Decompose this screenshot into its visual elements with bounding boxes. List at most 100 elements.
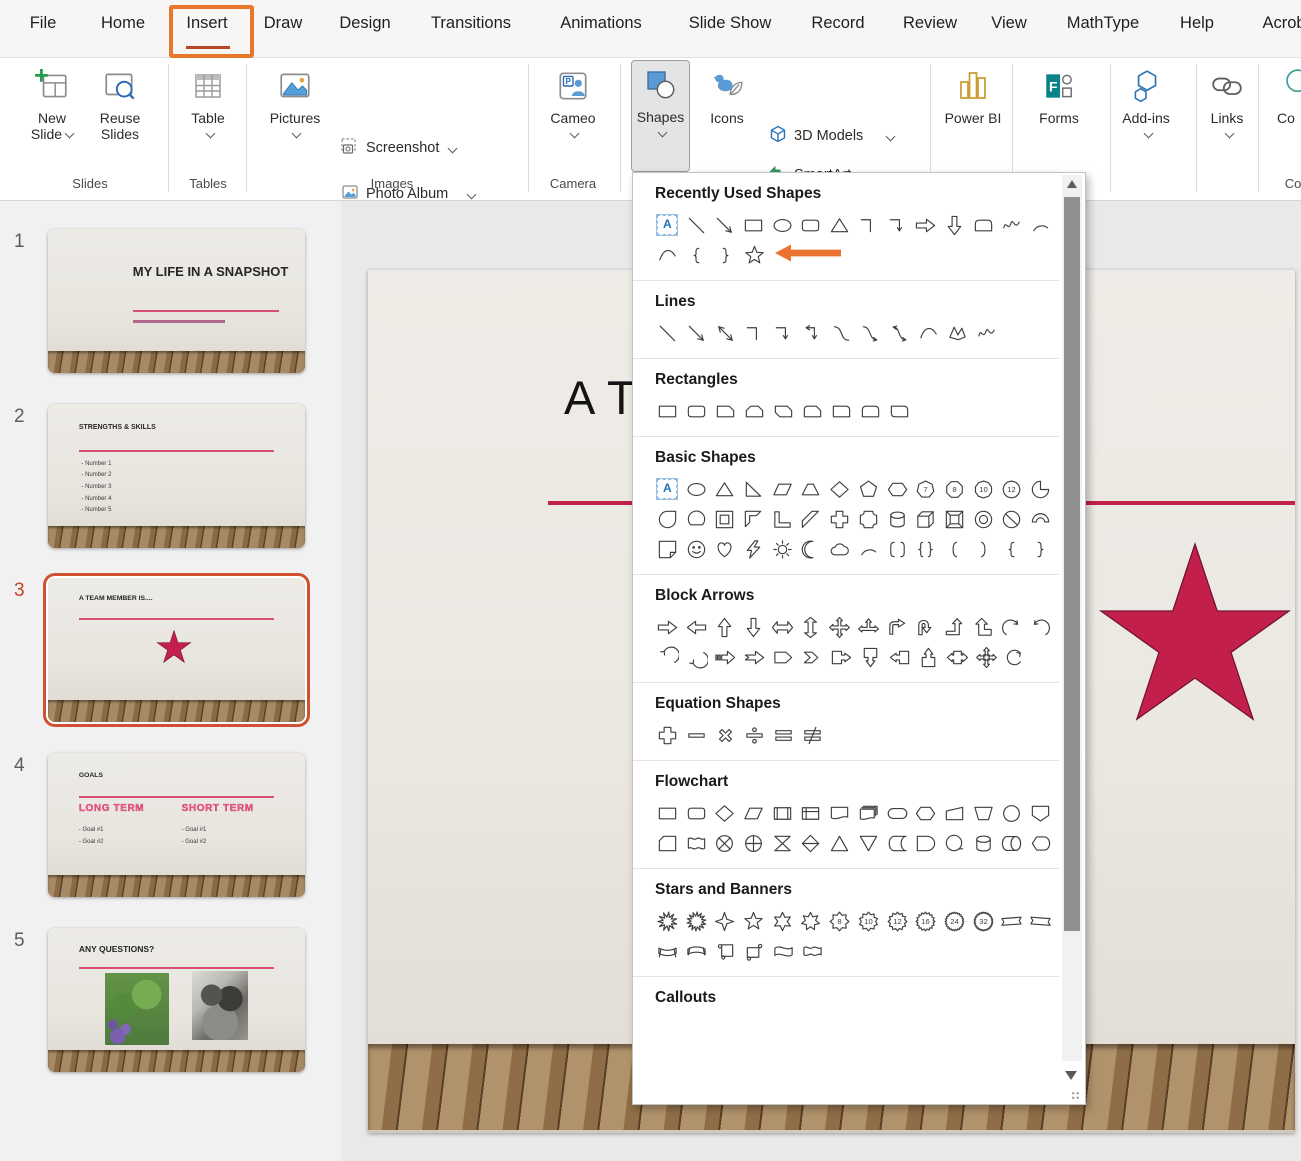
shape-star-10-point[interactable]: 10 bbox=[854, 906, 883, 936]
scroll-up-arrow-icon[interactable] bbox=[1067, 180, 1077, 188]
shape-star-5-point[interactable] bbox=[739, 906, 768, 936]
shape-arrow-bent-up[interactable] bbox=[940, 612, 969, 642]
shape-multiply[interactable] bbox=[711, 720, 740, 750]
shape-minus[interactable] bbox=[682, 720, 711, 750]
shape-snip-single-corner-rectangle[interactable] bbox=[711, 396, 740, 426]
shape-alternate-process[interactable] bbox=[682, 798, 711, 828]
shape-round-same-side-corner-rectangle[interactable] bbox=[969, 210, 998, 240]
shape-elbow-arrow-connector[interactable] bbox=[769, 318, 798, 348]
shape-trapezoid[interactable] bbox=[797, 474, 826, 504]
menu-tab-slide-show[interactable]: Slide Show bbox=[689, 14, 772, 33]
shape-direct-access-storage[interactable] bbox=[998, 828, 1027, 858]
shape-scribble[interactable] bbox=[972, 318, 1001, 348]
shape-moon[interactable] bbox=[797, 534, 826, 564]
shape-delay[interactable] bbox=[911, 828, 940, 858]
shape-left-brace[interactable] bbox=[998, 534, 1027, 564]
shape-star-16-point[interactable]: 16 bbox=[911, 906, 940, 936]
shape-arrow-left[interactable] bbox=[682, 612, 711, 642]
shape-diagonal-stripe[interactable] bbox=[797, 504, 826, 534]
shape-arrow-down[interactable] bbox=[739, 612, 768, 642]
slide-thumbnail-5[interactable]: ANY QUESTIONS? bbox=[48, 928, 305, 1072]
slide-thumbnail-4[interactable]: GOALSLONG TERM- Goal #1- Goal #2SHORT TE… bbox=[48, 753, 305, 897]
shape-heptagon[interactable]: 7 bbox=[911, 474, 940, 504]
shape-left-bracket[interactable] bbox=[940, 534, 969, 564]
shape-text-box[interactable]: A bbox=[653, 210, 682, 240]
shape-l-shape[interactable] bbox=[768, 504, 797, 534]
comment-button-partial[interactable]: Co bbox=[1266, 62, 1301, 170]
table-button[interactable]: Table bbox=[180, 62, 236, 170]
shape-connector[interactable] bbox=[998, 798, 1027, 828]
shape-star-24-point[interactable]: 24 bbox=[940, 906, 969, 936]
shape-line-double-arrow[interactable] bbox=[711, 318, 740, 348]
shape-arrow-circular[interactable] bbox=[1001, 642, 1030, 672]
shape-teardrop[interactable] bbox=[653, 504, 682, 534]
shape-curved-connector[interactable] bbox=[827, 318, 856, 348]
shape-elbow-connector[interactable] bbox=[740, 318, 769, 348]
shape-collate[interactable] bbox=[768, 828, 797, 858]
shape-curved-ribbon-down[interactable] bbox=[682, 936, 711, 966]
shape-plus[interactable] bbox=[653, 720, 682, 750]
shape-plaque[interactable] bbox=[854, 504, 883, 534]
shape-elbow-arrow-connector[interactable] bbox=[883, 210, 912, 240]
shape-text-box[interactable]: A bbox=[653, 474, 682, 504]
slide-thumbnail-2[interactable]: STRENGTHS & SKILLS- Number 1- Number 2- … bbox=[48, 404, 305, 548]
shape-brace-left[interactable] bbox=[682, 240, 711, 270]
shape-lightning-bolt[interactable] bbox=[739, 534, 768, 564]
shape-preparation[interactable] bbox=[911, 798, 940, 828]
shapes-button[interactable]: Shapes bbox=[631, 60, 690, 172]
shape-right-brace[interactable] bbox=[1026, 534, 1055, 564]
menu-tab-home[interactable]: Home bbox=[101, 14, 145, 33]
menu-tab-animations[interactable]: Animations bbox=[560, 14, 642, 33]
shape-wave[interactable] bbox=[769, 936, 798, 966]
pictures-button[interactable]: Pictures bbox=[262, 62, 328, 170]
forms-button[interactable]: F Forms bbox=[1026, 62, 1092, 170]
shape-internal-storage[interactable] bbox=[797, 798, 826, 828]
shape-or[interactable] bbox=[739, 828, 768, 858]
new-slide-button[interactable]: New Slide bbox=[22, 62, 82, 170]
add-ins-button[interactable]: Add-ins bbox=[1117, 62, 1175, 170]
shape-curved-ribbon[interactable] bbox=[653, 936, 682, 966]
shape-block-arrow-down[interactable] bbox=[940, 210, 969, 240]
shape-curve[interactable] bbox=[914, 318, 943, 348]
shape-snip-diagonal-corner-rectangle[interactable] bbox=[769, 396, 798, 426]
shape-arrow-left-right[interactable] bbox=[768, 612, 797, 642]
menu-tab-help[interactable]: Help bbox=[1180, 14, 1214, 33]
shape-double-bracket[interactable] bbox=[883, 534, 912, 564]
shape-manual-input[interactable] bbox=[940, 798, 969, 828]
shape-arrow-curved-left[interactable] bbox=[1026, 612, 1055, 642]
shape-star-4-point[interactable] bbox=[710, 906, 739, 936]
shape-arrow-up-down[interactable] bbox=[797, 612, 826, 642]
shape-parallelogram[interactable] bbox=[768, 474, 797, 504]
3d-models-button[interactable]: 3D Models bbox=[768, 124, 894, 148]
shape-can[interactable] bbox=[883, 504, 912, 534]
shape-frame[interactable] bbox=[710, 504, 739, 534]
shape-freeform-shape[interactable] bbox=[943, 318, 972, 348]
menu-tab-insert[interactable]: Insert bbox=[186, 14, 227, 33]
shape-explosion-1[interactable] bbox=[653, 906, 682, 936]
shape-isosceles-triangle[interactable] bbox=[825, 210, 854, 240]
reuse-slides-button[interactable]: Reuse Slides bbox=[88, 62, 152, 170]
icons-button[interactable]: Icons bbox=[699, 62, 755, 170]
shape-star-12-point[interactable]: 12 bbox=[883, 906, 912, 936]
shape-stored-data[interactable] bbox=[883, 828, 912, 858]
shape-block-arc[interactable] bbox=[1026, 504, 1055, 534]
shape-terminator[interactable] bbox=[883, 798, 912, 828]
shape-arrow-u-turn[interactable] bbox=[911, 612, 940, 642]
shape-line[interactable] bbox=[682, 210, 711, 240]
shape-arrow-curved-up[interactable] bbox=[653, 642, 682, 672]
shape-decagon[interactable]: 10 bbox=[969, 474, 998, 504]
shape-arrow-left-right-up[interactable] bbox=[854, 612, 883, 642]
shape-star-32-point[interactable]: 32 bbox=[969, 906, 998, 936]
shape-callout-quad-arrow[interactable] bbox=[972, 642, 1001, 672]
shape-folded-corner[interactable] bbox=[653, 534, 682, 564]
menu-tab-acrob[interactable]: Acrob bbox=[1262, 14, 1301, 33]
shape-predefined-process[interactable] bbox=[768, 798, 797, 828]
shape-star-6-point[interactable] bbox=[768, 906, 797, 936]
shape-ribbon-tilted-up[interactable] bbox=[998, 906, 1027, 936]
slide-thumbnail-3[interactable]: A TEAM MEMBER IS.... bbox=[48, 578, 305, 722]
shape-rectangle[interactable] bbox=[739, 210, 768, 240]
shape-bevel[interactable] bbox=[940, 504, 969, 534]
shape-regular-pentagon[interactable] bbox=[854, 474, 883, 504]
shape-smiley-face[interactable] bbox=[682, 534, 711, 564]
shape-horizontal-scroll[interactable] bbox=[740, 936, 769, 966]
